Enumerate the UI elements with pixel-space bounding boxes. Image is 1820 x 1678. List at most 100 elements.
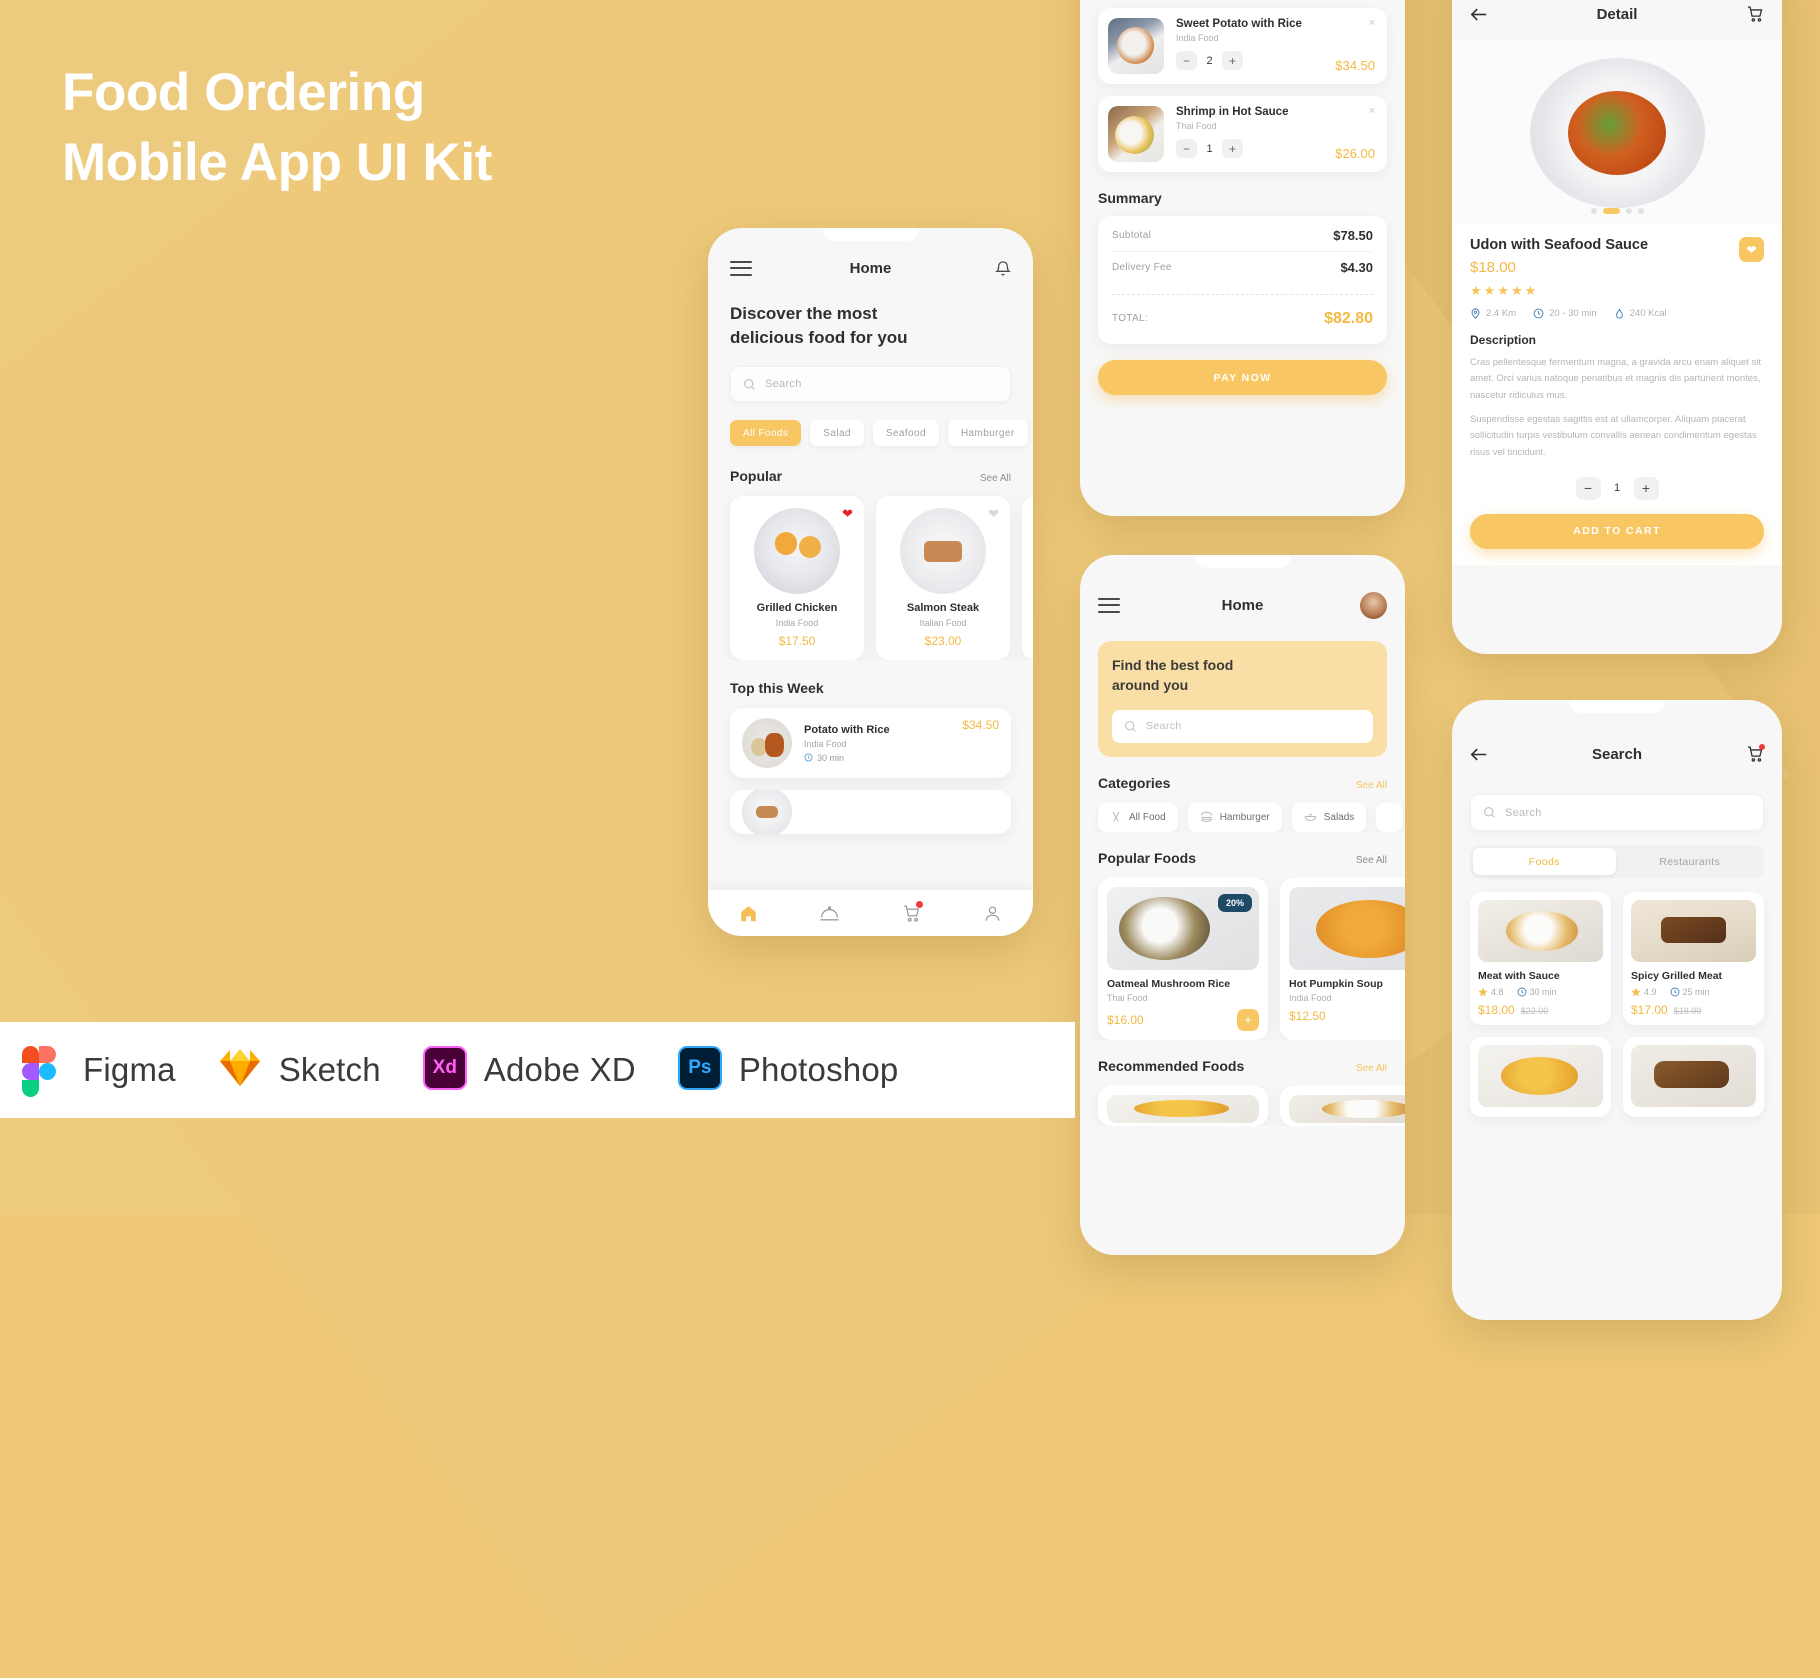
- cart-icon[interactable]: [1746, 744, 1765, 763]
- bell-icon[interactable]: [995, 260, 1011, 277]
- search-input[interactable]: Search: [1112, 709, 1373, 743]
- food-card-partial[interactable]: [1022, 496, 1033, 661]
- decrease-quantity-button[interactable]: −: [1575, 476, 1601, 500]
- food-card-partial[interactable]: [1623, 1037, 1764, 1117]
- list-item[interactable]: Potato with Rice India Food 30 min $34.5…: [730, 708, 1011, 779]
- cart-item[interactable]: Shrimp in Hot Sauce Thai Food − 1 + × $2…: [1098, 96, 1387, 172]
- avatar[interactable]: [1360, 591, 1387, 619]
- software-label: Adobe XD: [483, 1051, 636, 1088]
- dashed-divider: [1112, 294, 1373, 295]
- increase-quantity-button[interactable]: +: [1222, 51, 1243, 70]
- decrease-quantity-button[interactable]: −: [1176, 51, 1197, 70]
- food-card-grilled-chicken[interactable]: ❤ Grilled Chicken India Food $17.50: [730, 496, 864, 661]
- popular-foods-row: 20% Oatmeal Mushroom Rice Thai Food $16.…: [1080, 877, 1405, 1040]
- tab-restaurants[interactable]: Restaurants: [1619, 848, 1762, 875]
- nav-profile-icon[interactable]: [975, 898, 1009, 928]
- hamburger-icon[interactable]: [730, 260, 752, 276]
- food-image: [754, 508, 840, 595]
- promo-line-1: Find the best food: [1112, 657, 1234, 673]
- detail-appbar: Detail: [1452, 0, 1782, 40]
- nav-dish-cover-icon[interactable]: [813, 898, 847, 928]
- carousel-dot[interactable]: [1637, 208, 1644, 214]
- page-title-search: Search: [1591, 745, 1643, 763]
- cart-badge: [1759, 744, 1765, 750]
- see-all-categories[interactable]: See All: [1356, 780, 1387, 791]
- food-card-partial[interactable]: [1280, 1085, 1405, 1126]
- category-hamburger[interactable]: Hamburger: [1187, 802, 1282, 832]
- tab-foods[interactable]: Foods: [1473, 848, 1616, 875]
- increase-quantity-button[interactable]: +: [1633, 476, 1659, 500]
- category-salads[interactable]: Salads: [1291, 802, 1367, 832]
- search-input[interactable]: Search: [730, 366, 1011, 403]
- carousel-dot-active[interactable]: [1602, 208, 1620, 214]
- carousel-dot[interactable]: [1625, 208, 1632, 214]
- heart-icon[interactable]: ❤: [988, 506, 999, 522]
- arrow-left-icon[interactable]: [1470, 7, 1488, 22]
- detail-hero-carousel[interactable]: [1452, 40, 1782, 225]
- section-title-categories: Categories: [1098, 774, 1171, 791]
- search-results-grid: Meat with Sauce 4.8 30 min $18.00 $22.00: [1452, 878, 1782, 1117]
- arrow-left-icon[interactable]: [1470, 747, 1488, 762]
- food-card-partial[interactable]: [1098, 1085, 1268, 1126]
- food-image: [1631, 1045, 1756, 1107]
- popular-foods-section-header: Popular Foods See All: [1080, 850, 1405, 866]
- phone-cart-screen: Sweet Potato with Rice India Food − 2 + …: [1080, 0, 1405, 516]
- description-paragraph-2: Suspendisse egestas sagittis est at ulla…: [1470, 413, 1757, 458]
- food-time: 30 min: [804, 753, 890, 763]
- decrease-quantity-button[interactable]: −: [1176, 139, 1197, 158]
- category-pill-hamburger[interactable]: Hamburger: [947, 420, 1028, 447]
- remove-item-icon[interactable]: ×: [1369, 17, 1375, 29]
- favorite-button[interactable]: ❤: [1739, 237, 1764, 262]
- food-old-price: $22.00: [1520, 1006, 1549, 1016]
- software-label: Photoshop: [738, 1051, 899, 1088]
- food-card-meat-with-sauce[interactable]: Meat with Sauce 4.8 30 min $18.00 $22.00: [1470, 892, 1611, 1025]
- food-card-oatmeal-mushroom-rice[interactable]: 20% Oatmeal Mushroom Rice Thai Food $16.…: [1098, 877, 1268, 1040]
- detail-screen: Detail Udon with Seafood Sauce $18.00 ★★…: [1452, 0, 1782, 654]
- summary-heading: Summary: [1098, 190, 1162, 206]
- remove-item-icon[interactable]: ×: [1369, 105, 1375, 117]
- food-card-hot-pumpkin-soup[interactable]: Hot Pumpkin Soup India Food $12.50: [1280, 877, 1405, 1040]
- star-icon: [1631, 987, 1641, 997]
- list-item-partial[interactable]: [730, 790, 1011, 835]
- food-meta: 4.8 30 min: [1478, 987, 1603, 997]
- food-meta: 4.9 25 min: [1631, 987, 1756, 997]
- food-card-salmon-steak[interactable]: ❤ Salmon Steak Italian Food $23.00: [876, 496, 1010, 661]
- adobe-xd-logo-icon: Xd: [422, 1046, 467, 1094]
- see-all-recommended[interactable]: See All: [1356, 1063, 1387, 1074]
- heart-icon[interactable]: ❤: [842, 506, 853, 522]
- food-cuisine: India Food: [1289, 992, 1332, 1003]
- food-card-partial[interactable]: [1470, 1037, 1611, 1117]
- category-partial[interactable]: [1376, 802, 1404, 832]
- carousel-dot[interactable]: [1590, 208, 1597, 214]
- search-input[interactable]: Search: [1470, 794, 1764, 831]
- category-pill-all-foods[interactable]: All Foods: [730, 420, 802, 447]
- page-title-home: Home: [849, 259, 892, 277]
- food-price: $26.00: [1335, 146, 1375, 161]
- food-name: Udon with Seafood Sauce: [1470, 237, 1649, 253]
- food-image: [1289, 886, 1405, 970]
- fire-icon: [1615, 308, 1623, 319]
- add-to-cart-button[interactable]: +: [1237, 1008, 1259, 1031]
- category-pill-salad[interactable]: Salad: [810, 420, 864, 447]
- pay-now-button[interactable]: PAY NOW: [1098, 360, 1387, 395]
- increase-quantity-button[interactable]: +: [1222, 139, 1243, 158]
- section-title-top-week: Top this Week: [730, 680, 824, 697]
- cart-icon[interactable]: [1746, 5, 1764, 23]
- food-card-spicy-grilled-meat[interactable]: Spicy Grilled Meat 4.9 25 min $17.00 $18…: [1623, 892, 1764, 1025]
- add-to-cart-button[interactable]: ADD TO CART: [1470, 513, 1764, 549]
- cart-item[interactable]: Sweet Potato with Rice India Food − 2 + …: [1098, 8, 1387, 84]
- section-title-recommended: Recommended Foods: [1098, 1057, 1245, 1074]
- promo-banner: Find the best food around you Search: [1098, 641, 1387, 757]
- see-all-popular[interactable]: See All: [980, 473, 1011, 484]
- hamburger-icon[interactable]: [1098, 597, 1120, 613]
- time: 30 min: [1517, 987, 1557, 997]
- see-all-popular-foods[interactable]: See All: [1356, 855, 1387, 866]
- phone-notch: [822, 228, 919, 241]
- nav-cart-icon[interactable]: [894, 898, 928, 928]
- quantity-value: 2: [1206, 54, 1213, 67]
- category-all-food[interactable]: All Food: [1098, 802, 1178, 832]
- total-label: TOTAL:: [1112, 313, 1148, 324]
- software-item-sketch: Sketch: [218, 1046, 381, 1094]
- nav-home-icon[interactable]: [732, 898, 766, 928]
- category-pill-seafood[interactable]: Seafood: [872, 420, 939, 447]
